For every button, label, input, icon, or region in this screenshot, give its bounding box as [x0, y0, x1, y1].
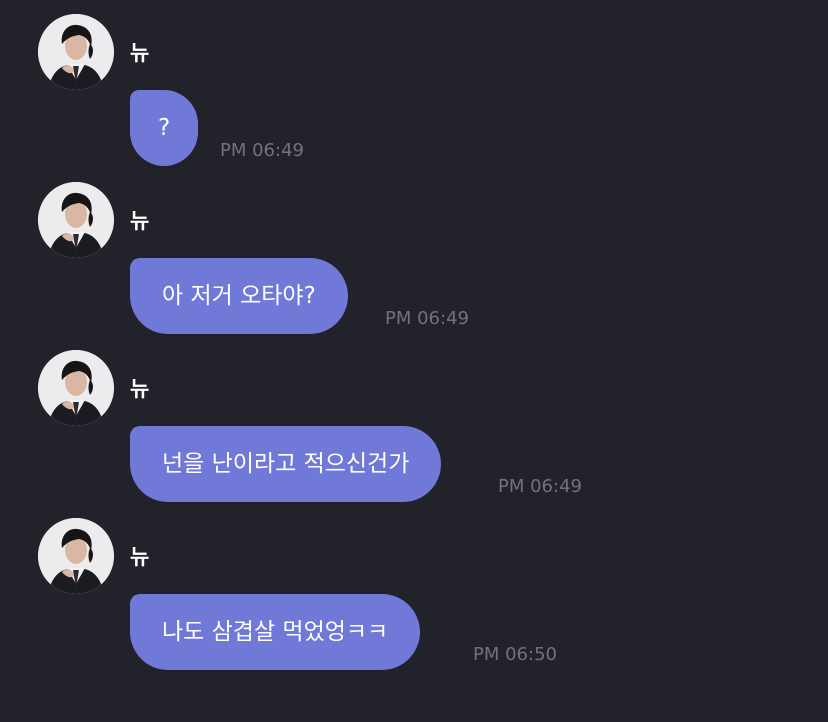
avatar[interactable]	[38, 14, 114, 90]
person-avatar-icon	[38, 182, 114, 258]
person-avatar-icon	[38, 14, 114, 90]
message-bubble[interactable]: 아 저거 오타야?	[130, 258, 348, 334]
message-bubble[interactable]: ?	[130, 90, 199, 166]
message-bubble[interactable]: 나도 삼겹살 먹었엉ㅋㅋ	[130, 594, 421, 670]
sender-name: 뉴	[130, 41, 150, 65]
message-bubble[interactable]: 넌을 난이라고 적으신건가	[130, 426, 442, 502]
message-time: PM 06:49	[220, 140, 304, 161]
message-time: PM 06:50	[473, 644, 557, 665]
message-time: PM 06:49	[385, 308, 469, 329]
avatar[interactable]	[38, 350, 114, 426]
sender-name: 뉴	[130, 545, 150, 569]
message-row: 뉴 ? PM 06:49	[0, 0, 828, 168]
message-row: 뉴 아 저거 오타야? PM 06:49	[0, 168, 828, 336]
sender-name: 뉴	[130, 377, 150, 401]
sender-name: 뉴	[130, 209, 150, 233]
avatar[interactable]	[38, 182, 114, 258]
person-avatar-icon	[38, 350, 114, 426]
person-avatar-icon	[38, 518, 114, 594]
message-time: PM 06:49	[498, 476, 582, 497]
message-row: 뉴 넌을 난이라고 적으신건가 PM 06:49	[0, 336, 828, 504]
avatar[interactable]	[38, 518, 114, 594]
message-row: 뉴 나도 삼겹살 먹었엉ㅋㅋ PM 06:50	[0, 504, 828, 672]
